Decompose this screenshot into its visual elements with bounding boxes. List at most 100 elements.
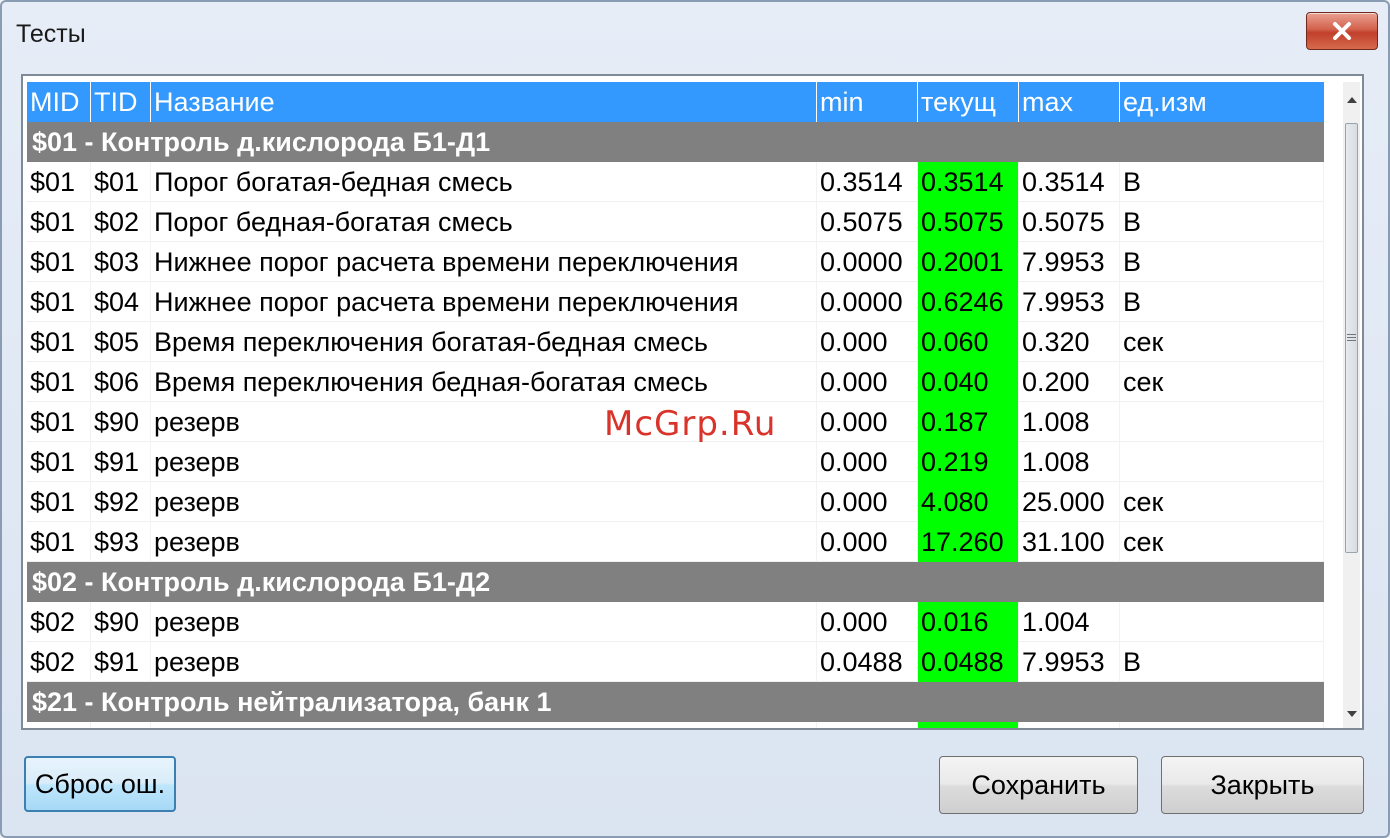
cell-mid: $01 <box>27 162 91 202</box>
cell-name: резерв <box>151 642 817 682</box>
table-row[interactable]: $01 $93 резерв 0.000 17.260 31.100 сек <box>27 522 1324 562</box>
column-header-max[interactable]: max <box>1019 82 1120 122</box>
vertical-scrollbar[interactable] <box>1343 82 1360 728</box>
cell-max: 7.9953 <box>1019 242 1120 282</box>
cell-current: 0.187 <box>918 402 1019 442</box>
cell-name: Нижнее порог расчета времени переключени… <box>151 242 817 282</box>
save-button[interactable]: Сохранить <box>939 756 1138 814</box>
window-title: Тесты <box>16 20 86 48</box>
cell-tid: $93 <box>91 522 151 562</box>
cell-tid: $06 <box>91 362 151 402</box>
group-title: $02 - Контроль д.кислорода Б1-Д2 <box>32 567 491 597</box>
group-row[interactable]: $02 - Контроль д.кислорода Б1-Д2 <box>27 562 1324 602</box>
scroll-up-button[interactable] <box>1343 82 1360 116</box>
arrow-down-icon <box>1346 704 1357 722</box>
reset-errors-button[interactable]: Сброс ош. <box>24 756 176 812</box>
cell-name: Нижнее порог расчета времени переключени… <box>151 282 817 322</box>
tests-grid[interactable]: MID TID Название min текущ max ед.изм $0… <box>21 74 1364 730</box>
cell-name: Порог бедная-богатая смесь <box>151 202 817 242</box>
cell-min: 0.000 <box>817 322 918 362</box>
column-header-min[interactable]: min <box>817 82 918 122</box>
cell-name: резерв <box>151 522 817 562</box>
cell-mid: $01 <box>27 202 91 242</box>
table-row[interactable]: $01 $06 Время переключения бедная-богатая … <box>27 362 1324 402</box>
group-row[interactable]: $01 - Контроль д.кислорода Б1-Д1 <box>27 122 1324 162</box>
cell-mid: $02 <box>27 642 91 682</box>
cell-mid: $01 <box>27 242 91 282</box>
cell-unit: В <box>1120 282 1324 322</box>
cell-mid: $01 <box>27 522 91 562</box>
close-button[interactable]: Закрыть <box>1161 756 1364 814</box>
cell-current: 0.0488 <box>918 642 1019 682</box>
cell-unit: сек <box>1120 362 1324 402</box>
cell-name: резерв <box>151 482 817 522</box>
cell-name: Время переключения богатая-бедная смесь <box>151 322 817 362</box>
table-row[interactable]: $01 $92 резерв 0.000 4.080 25.000 сек <box>27 482 1324 522</box>
grip-icon <box>1347 329 1356 347</box>
group-title: $21 - Контроль нейтрализатора, банк 1 <box>32 687 552 717</box>
cell-tid: $01 <box>91 162 151 202</box>
cell-current: 0.219 <box>918 442 1019 482</box>
column-header-name[interactable]: Название <box>151 82 817 122</box>
cell-tid: $92 <box>91 482 151 522</box>
cell-current: 4.080 <box>918 482 1019 522</box>
cell-min: 0.0488 <box>817 642 918 682</box>
group-row[interactable]: $21 - Контроль нейтрализатора, банк 1 <box>27 682 1324 722</box>
cell-min: 0.0000 <box>817 282 918 322</box>
cell-current: 0.5075 <box>918 202 1019 242</box>
cell-tid: $02 <box>91 202 151 242</box>
cell-max: 1.008 <box>1019 402 1120 442</box>
cell-tid: $91 <box>91 642 151 682</box>
cell-current: 0.040 <box>918 362 1019 402</box>
table-row[interactable]: $02 $91 резерв 0.0488 0.0488 7.9953 В <box>27 642 1324 682</box>
table-row[interactable]: $01 $02 Порог бедная-богатая смесь 0.5075 0.… <box>27 202 1324 242</box>
column-header-unit[interactable]: ед.изм <box>1120 82 1324 122</box>
table-row[interactable]: $01 $91 резерв 0.000 0.219 1.008 <box>27 442 1324 482</box>
column-header-current[interactable]: текущ <box>918 82 1019 122</box>
cell-max: 7.9953 <box>1019 642 1120 682</box>
cell-unit: В <box>1120 242 1324 282</box>
cell-min: 0.000 <box>817 482 918 522</box>
cell-max: 25.000 <box>1019 482 1120 522</box>
cell-max: 0.5075 <box>1019 202 1120 242</box>
cell-tid: $90 <box>91 402 151 442</box>
table-row[interactable]: $01 $05 Время переключения богатая-бедная … <box>27 322 1324 362</box>
arrow-up-icon <box>1346 90 1357 108</box>
cell-max: 0.200 <box>1019 362 1120 402</box>
cell-unit: В <box>1120 642 1324 682</box>
scroll-down-button[interactable] <box>1343 696 1360 728</box>
cell-name: Время переключения бедная-богатая смесь <box>151 362 817 402</box>
cell-max: 0.320 <box>1019 322 1120 362</box>
cell-mid: $21 <box>27 722 91 728</box>
table-row[interactable]: $02 $90 резерв 0.000 0.016 1.004 <box>27 602 1324 642</box>
cell-min: 0.000 <box>817 402 918 442</box>
cell-mid: $01 <box>27 322 91 362</box>
cell-mid: $01 <box>27 402 91 442</box>
cell-name: резерв <box>151 442 817 482</box>
tests-window: Тесты MID TID Название min текущ max ед.… <box>0 0 1390 838</box>
cell-max: 0.3514 <box>1019 162 1120 202</box>
scroll-thumb[interactable] <box>1345 123 1358 553</box>
cell-current: 0.2001 <box>918 242 1019 282</box>
cell-name <box>151 722 817 728</box>
table-row[interactable]: $01 $01 Порог богатая-бедная смесь 0.3514 0.… <box>27 162 1324 202</box>
cell-current: 0.3514 <box>918 162 1019 202</box>
cell-unit: сек <box>1120 322 1324 362</box>
table-row[interactable]: $01 $04 Нижнее порог расчета времени перек… <box>27 282 1324 322</box>
cell-min: 0.000 <box>817 442 918 482</box>
watermark: McGrp.Ru <box>604 404 777 444</box>
cell-min: 0.000 <box>817 522 918 562</box>
cell-min: 0.000 <box>817 362 918 402</box>
cell-current: 0.6246 <box>918 282 1019 322</box>
column-header-tid[interactable]: TID <box>91 82 151 122</box>
table-row[interactable]: $01 $03 Нижнее порог расчета времени перек… <box>27 242 1324 282</box>
close-window-button[interactable] <box>1306 12 1378 50</box>
cell-mid: $01 <box>27 282 91 322</box>
cell-min: 0.3514 <box>817 162 918 202</box>
cell-unit <box>1120 602 1324 642</box>
cell-min: 0.0000 <box>817 242 918 282</box>
column-header-mid[interactable]: MID <box>27 82 91 122</box>
table-row[interactable]: $21$90 0.0000.0310.750 <box>27 722 1324 728</box>
title-bar[interactable]: Тесты <box>2 2 1388 66</box>
cell-unit <box>1120 722 1324 728</box>
